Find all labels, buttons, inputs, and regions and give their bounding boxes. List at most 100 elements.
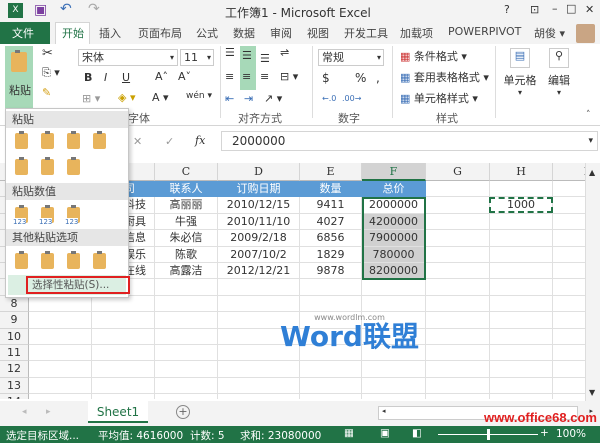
- copy-icon[interactable]: ⎘ ▾: [42, 66, 60, 80]
- table-header-cell[interactable]: 订购日期: [218, 181, 300, 198]
- table-cell[interactable]: 780000: [362, 246, 426, 263]
- table-cell[interactable]: 9411: [300, 197, 362, 214]
- cell[interactable]: [29, 295, 92, 313]
- paste-picture-option[interactable]: [64, 251, 82, 271]
- cell[interactable]: [29, 377, 92, 395]
- column-header-H[interactable]: H: [490, 163, 553, 181]
- font-name-select[interactable]: 宋体 ▾: [78, 49, 178, 66]
- cut-icon[interactable]: ✂: [42, 46, 53, 61]
- cell[interactable]: [300, 394, 362, 399]
- user-name[interactable]: 胡俊 ▾: [534, 25, 565, 41]
- cell[interactable]: [362, 295, 426, 313]
- orientation-icon[interactable]: ↗ ▾: [264, 92, 282, 105]
- row-header-8[interactable]: 8: [0, 295, 29, 313]
- increase-font-icon[interactable]: A˄: [155, 70, 168, 83]
- column-header-E[interactable]: E: [300, 163, 362, 181]
- cell[interactable]: [218, 394, 300, 399]
- cell[interactable]: [92, 295, 155, 313]
- paste-no-borders-option[interactable]: [12, 157, 30, 177]
- table-cell[interactable]: 牛强: [155, 213, 218, 231]
- paste-linked-picture-option[interactable]: [90, 251, 108, 271]
- fill-color-icon[interactable]: ◈ ▾: [118, 91, 135, 104]
- conditional-format-button[interactable]: ▦ 条件格式 ▾: [400, 48, 467, 64]
- sheet-tab-sheet1[interactable]: Sheet1: [88, 401, 148, 423]
- cell-style-button[interactable]: ▦ 单元格样式 ▾: [400, 90, 478, 106]
- bold-button[interactable]: B: [84, 71, 92, 84]
- insert-function-icon[interactable]: fx: [195, 134, 205, 147]
- cell[interactable]: [553, 197, 585, 214]
- cell[interactable]: [155, 377, 218, 395]
- paste-button[interactable]: 粘贴: [5, 46, 33, 108]
- cell[interactable]: [155, 279, 218, 296]
- tab-file[interactable]: 文件: [12, 25, 34, 41]
- cell[interactable]: [426, 263, 490, 280]
- cell[interactable]: [553, 329, 585, 345]
- underline-button[interactable]: U: [122, 71, 130, 84]
- cell[interactable]: [155, 361, 218, 378]
- paste-values-number-format-option[interactable]: 123: [38, 205, 56, 226]
- increase-decimal-icon[interactable]: ←.0: [322, 94, 336, 103]
- paste-keep-width-option[interactable]: [38, 157, 56, 177]
- cell[interactable]: [553, 378, 585, 395]
- table-cell[interactable]: 2000000: [362, 197, 426, 214]
- column-header-F[interactable]: F: [362, 163, 426, 181]
- tab-insert[interactable]: 插入: [99, 25, 121, 41]
- cell[interactable]: [155, 345, 218, 362]
- cell[interactable]: [426, 230, 490, 247]
- paste-formatting-option[interactable]: [12, 251, 30, 271]
- paste-formulas-option[interactable]: [38, 131, 56, 151]
- cell[interactable]: [490, 377, 553, 395]
- column-header-D[interactable]: D: [218, 163, 300, 181]
- copied-cell[interactable]: 1000: [490, 197, 553, 214]
- cell[interactable]: [490, 213, 553, 231]
- edit-button[interactable]: ⚲ 编辑 ▾: [542, 48, 576, 106]
- font-size-select[interactable]: 11 ▾: [180, 49, 214, 66]
- save-icon[interactable]: ▣: [34, 2, 47, 18]
- tab-developer[interactable]: 开发工具: [344, 25, 388, 41]
- close-button[interactable]: ✕: [585, 3, 594, 16]
- zoom-slider-thumb[interactable]: [487, 429, 490, 440]
- cell[interactable]: [29, 328, 92, 345]
- cell[interactable]: [426, 312, 490, 329]
- cell[interactable]: [218, 279, 300, 296]
- cell[interactable]: [92, 377, 155, 395]
- cell[interactable]: [490, 246, 553, 263]
- italic-button[interactable]: I: [104, 71, 107, 84]
- collapse-ribbon-icon[interactable]: ˄: [586, 110, 591, 120]
- next-sheet-icon[interactable]: ▸: [46, 407, 51, 417]
- cell[interactable]: [490, 181, 553, 198]
- table-cell[interactable]: 9878: [300, 263, 362, 280]
- normal-view-icon[interactable]: ▦: [344, 427, 354, 439]
- cell[interactable]: [155, 394, 218, 399]
- cell[interactable]: [426, 295, 490, 313]
- phonetic-icon[interactable]: wén ▾: [186, 91, 212, 101]
- cell[interactable]: [362, 279, 426, 296]
- cell[interactable]: [300, 279, 362, 296]
- align-middle-icon[interactable]: ☰: [242, 49, 252, 62]
- paste-formulas-number-format-option[interactable]: [64, 131, 82, 151]
- tab-addins[interactable]: 加载项: [400, 25, 433, 41]
- cell[interactable]: [490, 361, 553, 378]
- tab-formulas[interactable]: 公式: [196, 25, 218, 41]
- column-header-C[interactable]: C: [155, 163, 218, 181]
- table-cell[interactable]: 7900000: [362, 230, 426, 247]
- cell[interactable]: [426, 213, 490, 231]
- cell[interactable]: [218, 295, 300, 313]
- cell[interactable]: [362, 361, 426, 378]
- cell[interactable]: [553, 214, 585, 231]
- table-cell[interactable]: 2010/11/10: [218, 213, 300, 231]
- cell[interactable]: [553, 296, 585, 313]
- undo-icon[interactable]: ↶: [60, 1, 72, 17]
- row-header-10[interactable]: 10: [0, 328, 29, 345]
- format-painter-icon[interactable]: ✎: [42, 86, 51, 99]
- align-right-icon[interactable]: ≡: [260, 70, 269, 83]
- cell[interactable]: [490, 345, 553, 362]
- cell[interactable]: [426, 394, 490, 399]
- decrease-font-icon[interactable]: A˅: [178, 70, 191, 83]
- border-icon[interactable]: ⊞ ▾: [82, 92, 100, 105]
- cell[interactable]: [300, 295, 362, 313]
- cell[interactable]: [155, 312, 218, 329]
- table-cell[interactable]: 4027: [300, 213, 362, 231]
- cell[interactable]: [92, 312, 155, 329]
- table-cell[interactable]: 8200000: [362, 263, 426, 280]
